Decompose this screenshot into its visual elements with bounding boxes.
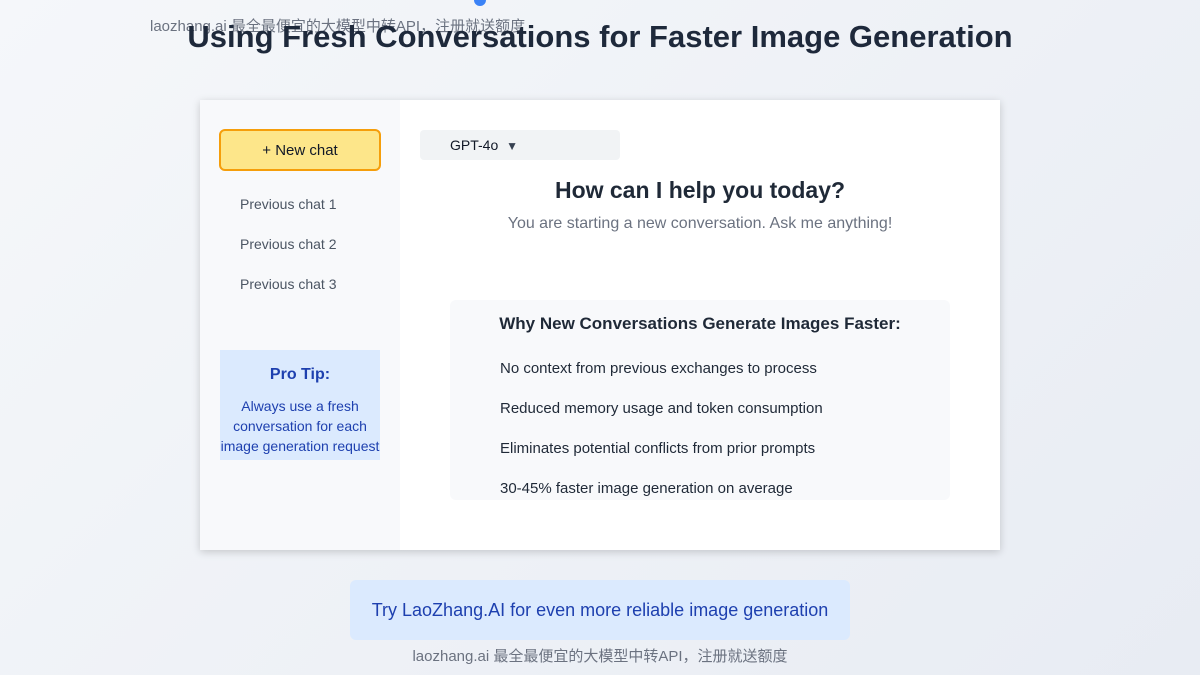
chat-window: + New chat Previous chat 1 Previous chat… bbox=[200, 100, 1000, 550]
chevron-down-icon: ▼ bbox=[506, 139, 519, 153]
pro-tip-line: conversation for each bbox=[233, 418, 367, 434]
main-heading: How can I help you today? bbox=[554, 177, 846, 203]
watermark-bottom: laozhang.ai 最全最便宜的大模型中转API，注册就送额度 bbox=[412, 648, 788, 665]
pro-tip-title: Pro Tip: bbox=[269, 366, 331, 383]
top-indicator-dot bbox=[474, 0, 486, 6]
pro-tip-body: Always use a fresh conversation for each… bbox=[210, 396, 390, 456]
sidebar-item-previous-chat-3[interactable]: Previous chat 3 bbox=[240, 276, 337, 292]
model-selector-label: GPT-4o bbox=[450, 137, 499, 153]
sidebar: + New chat Previous chat 1 Previous chat… bbox=[200, 100, 400, 550]
sidebar-item-previous-chat-1[interactable]: Previous chat 1 bbox=[240, 196, 337, 212]
pro-tip-line: Always use a fresh bbox=[241, 398, 359, 414]
list-item: 30-45% faster image generation on averag… bbox=[500, 480, 793, 497]
new-chat-button[interactable]: + New chat bbox=[219, 129, 381, 171]
model-selector[interactable]: GPT-4o ▼ bbox=[420, 130, 620, 160]
list-item: Eliminates potential conflicts from prio… bbox=[500, 440, 816, 457]
laozhang-cta-button[interactable]: Try LaoZhang.AI for even more reliable i… bbox=[350, 580, 850, 640]
sidebar-item-previous-chat-2[interactable]: Previous chat 2 bbox=[240, 236, 337, 252]
list-item: Reduced memory usage and token consumpti… bbox=[500, 400, 823, 417]
pro-tip-line: image generation request bbox=[220, 438, 380, 454]
list-item: No context from previous exchanges to pr… bbox=[500, 360, 817, 377]
info-card-title: Why New Conversations Generate Images Fa… bbox=[499, 314, 901, 333]
info-card: Why New Conversations Generate Images Fa… bbox=[450, 300, 950, 500]
pro-tip-box: Pro Tip: Always use a fresh conversation… bbox=[220, 350, 380, 460]
page-title: Using Fresh Conversations for Faster Ima… bbox=[187, 19, 1013, 54]
main-subtitle: You are starting a new conversation. Ask… bbox=[507, 215, 893, 232]
main-panel: GPT-4o ▼ How can I help you today? You a… bbox=[400, 100, 1000, 550]
